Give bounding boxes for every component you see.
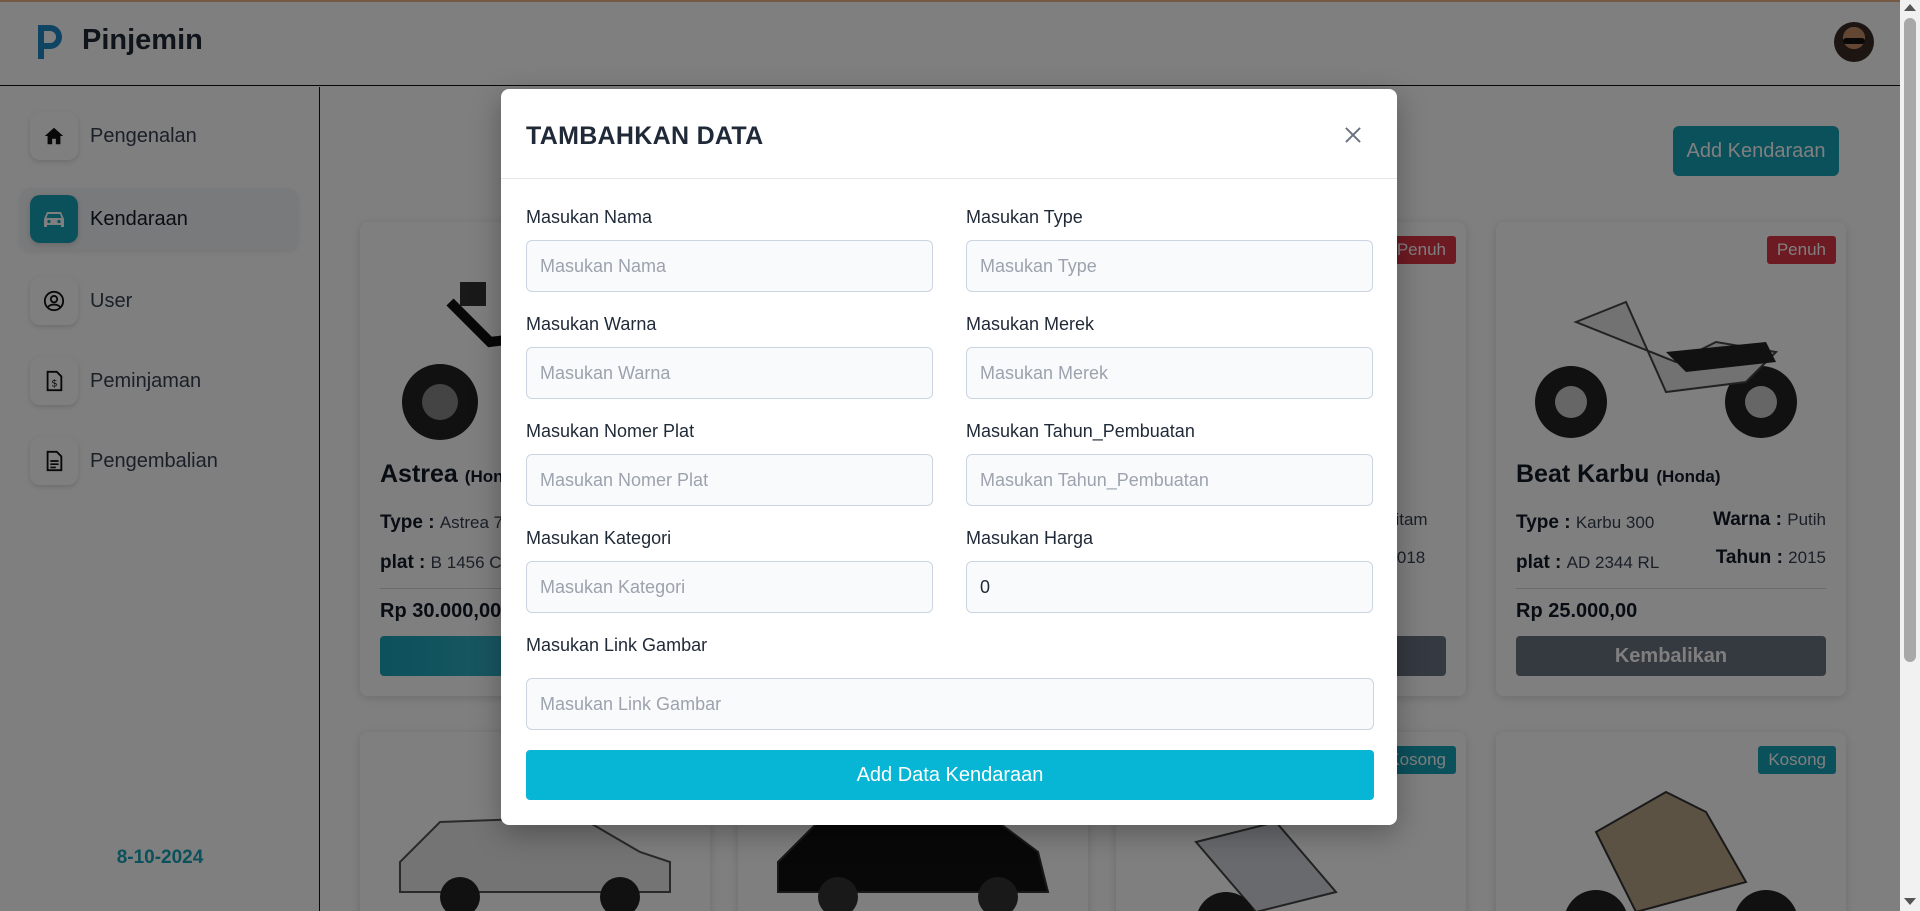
gambar-input[interactable] [526,678,1374,730]
modal-header: TAMBAHKAN DATA [501,89,1397,179]
kategori-input[interactable] [526,561,933,613]
nama-label: Masukan Nama [526,207,653,227]
add-data-modal: TAMBAHKAN DATA Masukan Nama Masukan Type… [501,89,1397,825]
type-input[interactable] [966,240,1373,292]
plat-input[interactable] [526,454,933,506]
close-icon[interactable] [1339,121,1367,149]
warna-label: Masukan Warna [526,314,657,334]
add-data-kendaraan-button[interactable]: Add Data Kendaraan [526,750,1374,800]
warna-input[interactable] [526,347,933,399]
merek-input[interactable] [966,347,1373,399]
scroll-up-icon[interactable] [1904,4,1916,11]
plat-label: Masukan Nomer Plat [526,421,695,441]
scroll-down-icon[interactable] [1904,898,1916,905]
tahun-label: Masukan Tahun_Pembuatan [966,421,1195,441]
harga-input[interactable] [966,561,1373,613]
harga-label: Masukan Harga [966,528,1094,548]
page-scrollbar[interactable] [1900,0,1920,911]
tahun-input[interactable] [966,454,1373,506]
nama-input[interactable] [526,240,933,292]
merek-label: Masukan Merek [966,314,1095,334]
kategori-label: Masukan Kategori [526,528,672,548]
gambar-label: Masukan Link Gambar [526,635,708,655]
type-label: Masukan Type [966,207,1083,227]
scroll-thumb[interactable] [1904,18,1916,662]
modal-title: TAMBAHKAN DATA [526,122,764,150]
